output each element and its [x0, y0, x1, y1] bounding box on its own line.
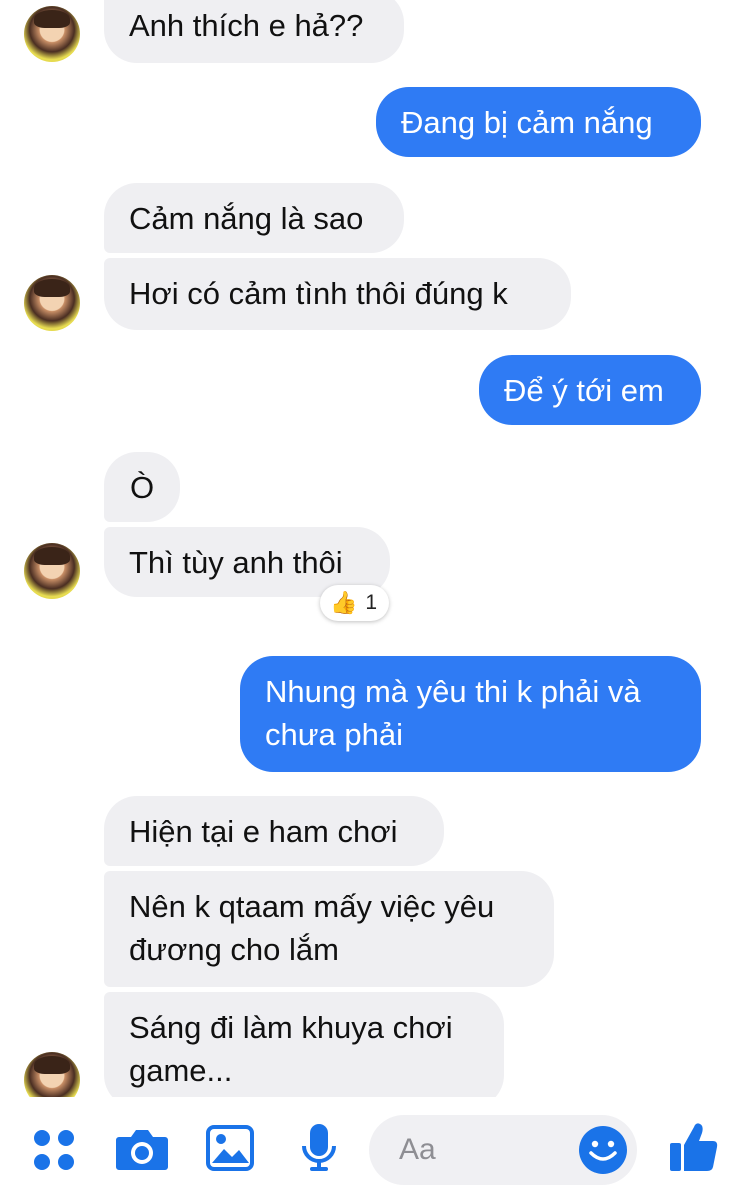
composer-bar: Aa: [0, 1097, 745, 1200]
contact-avatar[interactable]: [24, 6, 80, 62]
incoming-message[interactable]: Sáng đi làm khuya chơi game...: [104, 992, 504, 1108]
outgoing-message[interactable]: Đang bị cảm nắng: [376, 87, 701, 157]
incoming-message[interactable]: Cảm nắng là sao: [104, 183, 404, 253]
reaction-badge[interactable]: 👍 1: [320, 585, 390, 621]
outgoing-message[interactable]: Để ý tới em: [479, 355, 701, 425]
chat-screen: Anh thích e hả?? Đang bị cảm nắng Cảm nắ…: [0, 0, 745, 1200]
contact-avatar[interactable]: [24, 275, 80, 331]
thumbs-up-reaction-icon: 👍: [330, 590, 358, 615]
camera-icon[interactable]: [115, 1127, 169, 1176]
thumbs-up-icon[interactable]: [668, 1121, 720, 1178]
message-input-placeholder: Aa: [399, 1133, 436, 1166]
apps-icon[interactable]: [32, 1128, 76, 1177]
microphone-icon[interactable]: [301, 1122, 337, 1179]
outgoing-message[interactable]: Nhung mà yêu thi k phải và chưa phải: [240, 656, 701, 772]
reaction-count: 1: [365, 591, 378, 614]
incoming-message[interactable]: Anh thích e hả??: [104, 0, 404, 63]
emoji-icon[interactable]: [578, 1125, 628, 1180]
incoming-message[interactable]: Ò: [104, 452, 180, 522]
contact-avatar[interactable]: [24, 543, 80, 599]
incoming-message[interactable]: Nên k qtaam mấy việc yêu đương cho lắm: [104, 871, 554, 987]
incoming-message[interactable]: Hơi có cảm tình thôi đúng k: [104, 258, 571, 330]
image-icon[interactable]: [206, 1125, 254, 1176]
incoming-message[interactable]: Hiện tại e ham chơi: [104, 796, 444, 866]
